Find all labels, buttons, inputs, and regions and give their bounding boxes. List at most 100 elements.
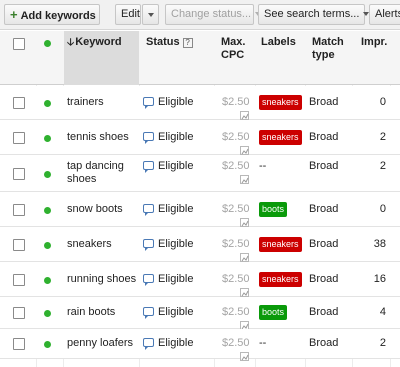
impressions-value: 0	[379, 203, 386, 215]
max-cpc-value[interactable]: $2.50	[222, 306, 250, 318]
status-text: Eligible	[158, 160, 194, 172]
change-status-button[interactable]: Change status...	[165, 4, 262, 25]
label-empty: --	[259, 337, 267, 349]
enabled-status-dot[interactable]	[44, 135, 51, 142]
chevron-down-icon	[148, 13, 154, 17]
select-all-checkbox[interactable]	[13, 38, 25, 50]
impressions-value: 38	[373, 238, 386, 250]
impressions-value: 2	[379, 337, 386, 349]
edit-menu-button[interactable]	[142, 4, 159, 25]
bid-simulator-icon[interactable]	[240, 146, 249, 155]
keyword-link[interactable]: rain boots	[67, 306, 137, 319]
add-keywords-label: Add keywords	[20, 10, 96, 22]
row-checkbox[interactable]	[13, 307, 25, 319]
label-badge[interactable]: sneakers	[259, 130, 302, 145]
max-cpc-value[interactable]: $2.50	[222, 273, 250, 285]
max-cpc-column-header[interactable]: Max. CPC	[221, 36, 249, 62]
row-checkbox[interactable]	[13, 274, 25, 286]
enabled-status-dot[interactable]	[44, 242, 51, 249]
speech-bubble-icon[interactable]	[143, 338, 154, 350]
table-row: rain boots Eligible $2.50 boots Broad 4	[0, 297, 400, 330]
keyword-link[interactable]: snow boots	[67, 203, 137, 216]
speech-bubble-icon[interactable]	[143, 274, 154, 286]
enabled-status-dot[interactable]	[44, 310, 51, 317]
speech-bubble-icon[interactable]	[143, 161, 154, 173]
bid-simulator-icon[interactable]	[240, 111, 249, 120]
status-filter-dot[interactable]	[44, 40, 51, 47]
status-text: Eligible	[158, 131, 194, 143]
table-row: running shoes Eligible $2.50 sneakers Broad 1…	[0, 262, 400, 297]
enabled-status-dot[interactable]	[44, 100, 51, 107]
max-cpc-value[interactable]: $2.50	[222, 337, 250, 349]
labels-column-header[interactable]: Labels	[261, 36, 296, 49]
bid-simulator-icon[interactable]	[240, 175, 249, 184]
edit-label: Edit	[121, 8, 140, 20]
speech-bubble-icon[interactable]	[143, 204, 154, 216]
keyword-link[interactable]: penny loafers	[67, 337, 137, 350]
table-row: tennis shoes Eligible $2.50 sneakers Broad 2	[0, 120, 400, 155]
table-row: tap dancing shoes Eligible $2.50 -- Broad 2	[0, 155, 400, 192]
speech-bubble-icon[interactable]	[143, 239, 154, 251]
label-badge[interactable]: sneakers	[259, 95, 302, 110]
enabled-status-dot[interactable]	[44, 171, 51, 178]
help-icon[interactable]: ?	[182, 38, 193, 48]
keyword-link[interactable]: trainers	[67, 96, 137, 109]
status-text: Eligible	[158, 337, 194, 349]
keyword-link[interactable]: running shoes	[67, 273, 137, 286]
table-row: penny loafers Eligible $2.50 -- Broad 2	[0, 329, 400, 361]
row-checkbox[interactable]	[13, 239, 25, 251]
label-badge[interactable]: boots	[259, 202, 288, 217]
bid-simulator-icon[interactable]	[240, 288, 249, 297]
match-type-value: Broad	[309, 96, 339, 108]
match-type-value: Broad	[309, 131, 339, 143]
row-checkbox[interactable]	[13, 132, 25, 144]
table-row: snow boots Eligible $2.50 boots Broad 0	[0, 192, 400, 227]
add-keywords-button[interactable]: + Add keywords	[4, 4, 100, 25]
bid-simulator-icon[interactable]	[240, 253, 249, 262]
keyword-link[interactable]: tennis shoes	[67, 131, 137, 144]
status-column-header[interactable]: Status?	[146, 36, 193, 49]
row-checkbox[interactable]	[13, 168, 25, 180]
speech-bubble-icon[interactable]	[143, 307, 154, 319]
impressions-value: 2	[379, 160, 386, 172]
label-badge[interactable]: boots	[259, 305, 288, 320]
bid-simulator-icon[interactable]	[240, 218, 249, 227]
max-cpc-value[interactable]: $2.50	[222, 203, 250, 215]
label-badge[interactable]: sneakers	[259, 237, 302, 252]
enabled-status-dot[interactable]	[44, 207, 51, 214]
speech-bubble-icon[interactable]	[143, 132, 154, 144]
keyword-link[interactable]: tap dancing shoes	[67, 160, 137, 186]
enabled-status-dot[interactable]	[44, 277, 51, 284]
label-badge[interactable]: sneakers	[259, 272, 302, 287]
plus-icon: +	[10, 7, 18, 22]
match-type-value: Broad	[309, 306, 339, 318]
max-cpc-value[interactable]: $2.50	[222, 238, 250, 250]
enabled-status-dot[interactable]	[44, 341, 51, 348]
row-checkbox[interactable]	[13, 338, 25, 350]
keyword-link[interactable]: sneakers	[67, 238, 137, 251]
impressions-value: 0	[379, 96, 386, 108]
max-cpc-value[interactable]: $2.50	[222, 160, 250, 172]
impressions-value: 16	[373, 273, 386, 285]
alerts-button[interactable]: Alerts	[369, 4, 400, 25]
impressions-value: 2	[379, 131, 386, 143]
match-type-column-header[interactable]: Match type	[312, 36, 346, 62]
bid-simulator-icon[interactable]	[240, 352, 249, 361]
see-search-terms-button[interactable]: See search terms...	[258, 4, 370, 25]
speech-bubble-icon[interactable]	[143, 97, 154, 109]
impressions-column-header[interactable]: Impr.	[361, 36, 387, 49]
keyword-header-label: Keyword	[75, 36, 122, 48]
max-cpc-value[interactable]: $2.50	[222, 96, 250, 108]
keyword-column-header[interactable]: 🡣Keyword	[67, 36, 122, 49]
status-text: Eligible	[158, 273, 194, 285]
max-cpc-value[interactable]: $2.50	[222, 131, 250, 143]
toolbar: + Add keywords Edit Change status... See …	[0, 0, 400, 30]
match-type-value: Broad	[309, 203, 339, 215]
edit-button[interactable]: Edit	[115, 4, 141, 25]
row-checkbox[interactable]	[13, 204, 25, 216]
table-header: 🡣Keyword Status? Max. CPC Labels Match t…	[0, 31, 400, 85]
status-text: Eligible	[158, 306, 194, 318]
row-checkbox[interactable]	[13, 97, 25, 109]
table-row: trainers Eligible $2.50 sneakers Broad 0	[0, 86, 400, 120]
match-type-value: Broad	[309, 337, 339, 349]
